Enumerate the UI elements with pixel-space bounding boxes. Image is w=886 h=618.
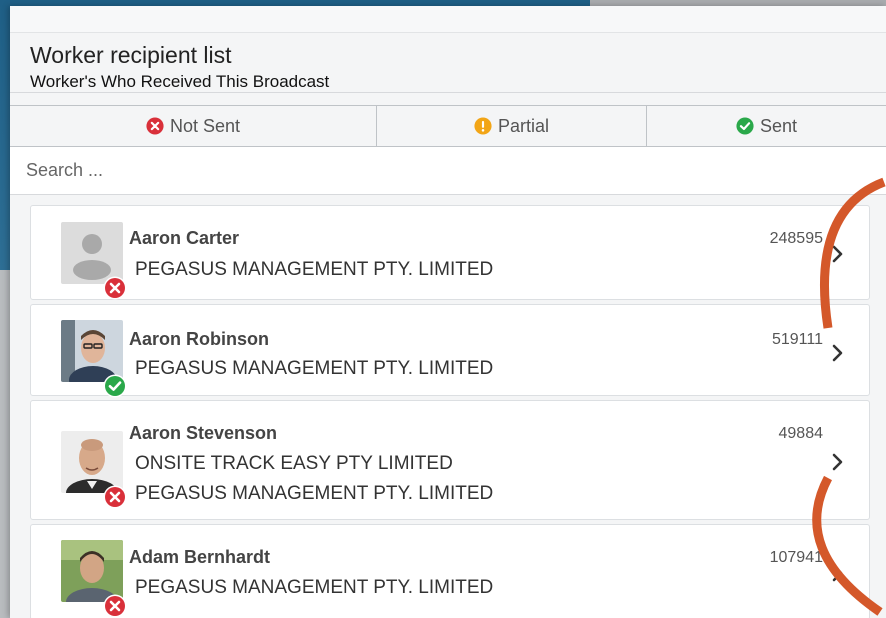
not-sent-status-icon xyxy=(103,485,127,509)
worker-list: Aaron Carter PEGASUS MANAGEMENT PTY. LIM… xyxy=(10,195,886,618)
recipient-panel: Worker recipient list Worker's Who Recei… xyxy=(10,6,886,618)
worker-photo xyxy=(61,540,123,602)
tab-sent-label: Sent xyxy=(759,115,798,136)
worker-name: Aaron Stevenson xyxy=(129,423,278,443)
chevron-right-icon[interactable] xyxy=(831,245,845,263)
x-circle-icon xyxy=(146,117,164,135)
search-bar xyxy=(10,147,886,195)
status-tabs: Not Sent Partial Sent xyxy=(10,105,886,147)
avatar xyxy=(61,431,127,509)
default-avatar-icon xyxy=(61,222,123,284)
tab-not-sent[interactable]: Not Sent xyxy=(10,106,377,146)
check-circle-icon xyxy=(736,117,754,135)
avatar xyxy=(61,222,127,300)
worker-name: Adam Bernhardt xyxy=(129,547,271,567)
not-sent-status-icon xyxy=(103,276,127,300)
chevron-right-icon[interactable] xyxy=(831,344,845,362)
worker-id: 107941 xyxy=(769,549,823,566)
page-subtitle: Worker's Who Received This Broadcast xyxy=(30,72,330,91)
search-input[interactable] xyxy=(10,147,886,194)
page-title: Worker recipient list xyxy=(30,42,232,68)
worker-company: PEGASUS MANAGEMENT PTY. LIMITED xyxy=(135,577,494,598)
worker-card-aaron-stevenson[interactable]: Aaron Stevenson ONSITE TRACK EASY PTY LI… xyxy=(30,400,870,520)
exclamation-circle-icon xyxy=(474,117,492,135)
worker-company: PEGASUS MANAGEMENT PTY. LIMITED xyxy=(135,259,494,280)
worker-company: PEGASUS MANAGEMENT PTY. LIMITED xyxy=(135,358,494,379)
panel-top-band xyxy=(10,6,886,33)
avatar xyxy=(61,540,127,618)
worker-company: PEGASUS MANAGEMENT PTY. LIMITED xyxy=(135,483,494,504)
chevron-right-icon[interactable] xyxy=(831,564,845,582)
panel-header: Worker recipient list Worker's Who Recei… xyxy=(10,33,886,93)
sent-status-icon xyxy=(103,374,127,398)
tab-partial-label: Partial xyxy=(497,115,550,136)
worker-photo xyxy=(61,431,123,493)
worker-card-aaron-robinson[interactable]: Aaron Robinson PEGASUS MANAGEMENT PTY. L… xyxy=(30,304,870,398)
worker-name: Aaron Robinson xyxy=(129,329,269,349)
worker-id: 519111 xyxy=(771,331,823,348)
worker-card-aaron-carter[interactable]: Aaron Carter PEGASUS MANAGEMENT PTY. LIM… xyxy=(30,205,870,300)
avatar xyxy=(61,320,127,398)
not-sent-status-icon xyxy=(103,594,127,618)
worker-card-adam-bernhardt[interactable]: Adam Bernhardt PEGASUS MANAGEMENT PTY. L… xyxy=(30,524,870,618)
tab-sent[interactable]: Sent xyxy=(647,106,886,146)
tab-not-sent-label: Not Sent xyxy=(169,115,241,136)
tab-partial[interactable]: Partial xyxy=(377,106,647,146)
chevron-right-icon[interactable] xyxy=(831,453,845,471)
worker-company: ONSITE TRACK EASY PTY LIMITED xyxy=(135,453,453,474)
worker-id: 248595 xyxy=(769,230,823,247)
worker-photo xyxy=(61,320,123,382)
worker-name: Aaron Carter xyxy=(129,228,240,248)
worker-id: 49884 xyxy=(778,425,824,442)
